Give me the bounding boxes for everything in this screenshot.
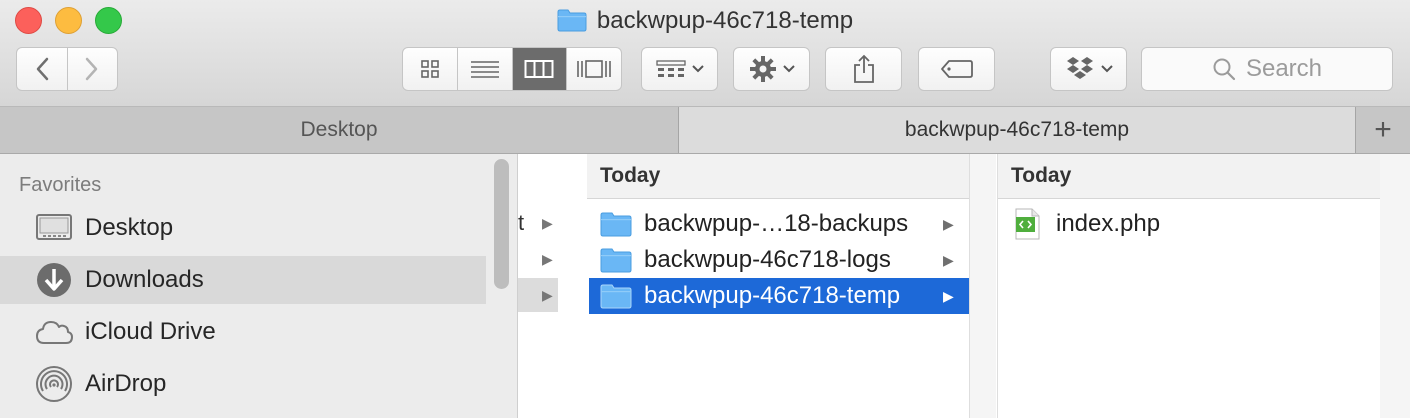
sidebar-scrollbar[interactable] <box>494 159 509 289</box>
column-row-selected[interactable]: ▶ <box>518 278 558 312</box>
share-button[interactable] <box>825 47 902 91</box>
sidebar-item-airdrop[interactable]: AirDrop <box>0 360 486 408</box>
folder-name: backwpup-…18-backups <box>644 210 909 237</box>
sidebar-item-icloud-drive[interactable]: iCloud Drive <box>0 308 486 356</box>
disclosure-arrow-icon: ▶ <box>943 215 954 232</box>
airdrop-icon <box>34 364 74 404</box>
file-name: index.php <box>1056 210 1161 237</box>
disclosure-arrow-icon: ▶ <box>943 287 954 304</box>
column-area-background <box>1380 154 1410 418</box>
sidebar-item-label: iCloud Drive <box>85 318 216 345</box>
column-row[interactable]: t ▶ <box>518 206 558 240</box>
search-field[interactable]: Search <box>1141 47 1393 91</box>
sidebar-item-label: Downloads <box>85 266 204 293</box>
folder-name: backwpup-46c718-temp <box>644 282 901 309</box>
icon-view-button[interactable] <box>403 48 458 90</box>
search-icon <box>1213 58 1236 81</box>
dropbox-icon <box>1066 57 1093 79</box>
sidebar-item-label: AirDrop <box>85 370 167 397</box>
window-title-text: backwpup-46c718-temp <box>596 7 854 34</box>
folder-icon <box>600 210 632 238</box>
navigation-buttons <box>16 47 118 91</box>
disclosure-arrow-icon: ▶ <box>542 287 553 303</box>
tab-label: Desktop <box>300 118 378 141</box>
share-icon <box>853 54 874 83</box>
grid-icon <box>421 60 439 78</box>
chevron-left-icon <box>36 57 48 81</box>
chevron-down-icon <box>1100 65 1113 73</box>
chevron-right-icon <box>86 57 98 81</box>
folder-row[interactable]: backwpup-46c718-logs ▶ <box>589 242 969 278</box>
folder-icon <box>600 282 632 310</box>
columns-icon <box>524 60 554 78</box>
folder-name: backwpup-46c718-logs <box>644 246 891 273</box>
tab-label: backwpup-46c718-temp <box>904 118 1130 141</box>
list-icon <box>470 61 499 78</box>
folder-icon <box>557 8 587 40</box>
folder-icon <box>600 246 632 274</box>
disclosure-arrow-icon: ▶ <box>943 251 954 268</box>
column-resize-gap <box>970 154 996 418</box>
view-mode-control <box>402 47 622 91</box>
tags-button[interactable] <box>918 47 995 91</box>
forward-button[interactable] <box>68 48 118 90</box>
folder-row[interactable]: backwpup-…18-backups ▶ <box>589 206 969 242</box>
plus-icon: + <box>1374 113 1392 146</box>
list-view-button[interactable] <box>458 48 513 90</box>
column-view-button[interactable] <box>512 48 568 90</box>
tab-desktop[interactable]: Desktop <box>0 107 679 153</box>
search-placeholder: Search <box>1245 55 1323 82</box>
new-tab-button[interactable]: + <box>1356 107 1410 153</box>
sidebar: Favorites Desktop Downloads iCloud Drive… <box>0 154 518 418</box>
row-label-fragment: t <box>518 210 525 235</box>
sidebar-item-label: Desktop <box>85 214 174 241</box>
dropbox-button[interactable] <box>1050 47 1127 91</box>
disclosure-arrow-icon: ▶ <box>542 251 553 267</box>
browser-column-2: Today index.php <box>997 154 1381 418</box>
folder-row-selected[interactable]: backwpup-46c718-temp ▶ <box>589 278 969 314</box>
column-header: Today <box>587 154 969 199</box>
tag-icon <box>940 60 973 78</box>
browser-column-partial: t ▶ ▶ ▶ <box>518 154 588 418</box>
sidebar-heading: Favorites <box>19 174 102 196</box>
action-button[interactable] <box>733 47 810 91</box>
browser-column-1: Today backwpup-…18-backups ▶ backwpup-46… <box>587 154 970 418</box>
sidebar-item-desktop[interactable]: Desktop <box>0 204 486 252</box>
sidebar-item-downloads[interactable]: Downloads <box>0 256 486 304</box>
cloud-icon <box>34 312 74 352</box>
gear-icon <box>749 56 776 82</box>
chevron-down-icon <box>782 65 795 73</box>
back-button[interactable] <box>17 48 68 90</box>
file-row[interactable]: index.php <box>1000 206 1380 242</box>
tab-bar: Desktop backwpup-46c718-temp + <box>0 107 1410 154</box>
chevron-down-icon <box>691 65 704 73</box>
downloads-icon <box>34 260 74 300</box>
desktop-icon <box>34 208 74 248</box>
arrange-button[interactable] <box>641 47 718 91</box>
title-bar: backwpup-46c718-temp Search <box>0 0 1410 107</box>
window-title: backwpup-46c718-temp <box>0 6 1410 40</box>
php-file-icon <box>1014 208 1042 240</box>
disclosure-arrow-icon: ▶ <box>542 215 553 231</box>
cover-flow-button[interactable] <box>567 48 621 90</box>
column-row[interactable]: ▶ <box>518 242 558 276</box>
column-header: Today <box>998 154 1380 199</box>
cover-flow-icon <box>577 60 611 78</box>
arrange-grid-icon <box>655 60 686 77</box>
tab-backwpup-temp[interactable]: backwpup-46c718-temp <box>679 107 1356 153</box>
